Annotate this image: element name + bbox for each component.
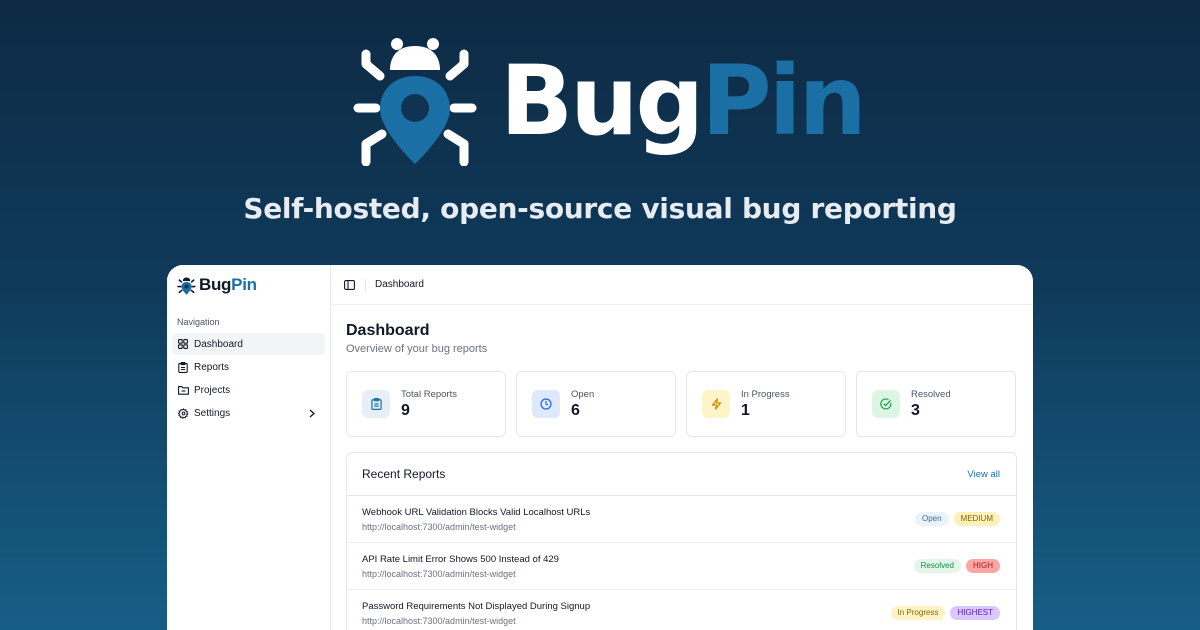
report-url: http://localhost:7300/admin/test-widget: [362, 615, 516, 626]
lightning-icon: [702, 390, 730, 418]
priority-badge: HIGH: [966, 559, 1000, 573]
report-url: http://localhost:7300/admin/test-widget: [362, 568, 516, 579]
bug-pin-logo-icon: [353, 38, 477, 166]
table-row[interactable]: API Rate Limit Error Shows 500 Instead o…: [347, 543, 1016, 590]
chevron-right-icon[interactable]: [307, 408, 317, 418]
sidebar-item-label: Projects: [194, 384, 231, 396]
stat-value: 9: [401, 401, 410, 419]
stats-row: Total Reports 9 Open 6 In Progress 1 Res…: [346, 371, 1017, 437]
sidebar-item-reports[interactable]: Reports: [172, 356, 325, 378]
gear-icon: [177, 407, 189, 419]
stat-label: Open: [571, 388, 595, 400]
page-subtitle: Overview of your bug reports: [346, 343, 488, 355]
recent-reports-title: Recent Reports: [362, 467, 446, 481]
recent-reports-header: Recent Reports View all: [347, 453, 1016, 496]
report-url: http://localhost:7300/admin/test-widget: [362, 521, 516, 532]
stat-card-total: Total Reports 9: [346, 371, 506, 437]
dashboard-content: Dashboard Overview of your bug reports T…: [331, 305, 1033, 630]
report-title: Webhook URL Validation Blocks Valid Loca…: [362, 506, 591, 518]
stat-value: 1: [741, 401, 750, 419]
sidebar-item-label: Settings: [194, 407, 231, 419]
priority-badge: MEDIUM: [953, 512, 1000, 526]
clipboard-icon: [362, 390, 390, 418]
check-circle-icon: [872, 390, 900, 418]
sidebar-brand-text: BugPin: [199, 275, 257, 295]
status-badge: Resolved: [913, 559, 961, 573]
stat-label: In Progress: [741, 388, 790, 400]
recent-reports-card: Recent Reports View all Webhook URL Vali…: [346, 452, 1017, 630]
sidebar-item-dashboard[interactable]: Dashboard: [172, 333, 325, 355]
tagline: Self-hosted, open-source visual bug repo…: [243, 192, 957, 225]
stat-value: 6: [571, 401, 580, 419]
stat-card-open: Open 6: [516, 371, 676, 437]
table-row[interactable]: Password Requirements Not Displayed Duri…: [347, 590, 1016, 630]
sidebar-brand-part1: Bug: [199, 275, 232, 294]
folder-icon: [177, 384, 189, 396]
hero-wordmark: BugPin: [500, 53, 867, 149]
sidebar-item-label: Reports: [194, 361, 230, 373]
sidebar-item-projects[interactable]: Projects: [172, 379, 325, 401]
sidebar-toggle-icon[interactable]: [342, 278, 356, 292]
report-title: Password Requirements Not Displayed Duri…: [362, 600, 591, 612]
stat-label: Total Reports: [401, 388, 457, 400]
layout-grid-icon: [177, 338, 189, 350]
view-all-link[interactable]: View all: [967, 469, 1000, 480]
app-window: BugPin Navigation Dashboard Reports Proj…: [167, 265, 1033, 630]
sidebar-brand-part2: Pin: [231, 275, 257, 294]
hero-logo: BugPin: [352, 36, 867, 166]
stat-card-in-progress: In Progress 1: [686, 371, 846, 437]
breadcrumb: Dashboard: [375, 279, 424, 290]
nav-section-label: Navigation: [177, 317, 220, 327]
sidebar-brand[interactable]: BugPin: [172, 275, 325, 295]
bug-pin-logo-icon: [177, 276, 196, 295]
stat-value: 3: [911, 401, 920, 419]
clock-icon: [532, 390, 560, 418]
topbar: Dashboard: [331, 265, 1033, 305]
status-badge: In Progress: [890, 606, 946, 620]
clipboard-icon: [177, 361, 189, 373]
hero-brand-part1: Bug: [500, 45, 704, 157]
sidebar: BugPin Navigation Dashboard Reports Proj…: [167, 265, 331, 630]
priority-badge: HIGHEST: [950, 606, 1000, 620]
status-badge: Open: [914, 512, 949, 526]
main-area: Dashboard Dashboard Overview of your bug…: [331, 265, 1033, 630]
sidebar-item-settings[interactable]: Settings: [172, 402, 325, 424]
stat-card-resolved: Resolved 3: [856, 371, 1016, 437]
page-title: Dashboard: [346, 322, 430, 339]
report-title: API Rate Limit Error Shows 500 Instead o…: [362, 553, 559, 565]
stat-label: Resolved: [911, 388, 951, 400]
table-row[interactable]: Webhook URL Validation Blocks Valid Loca…: [347, 496, 1016, 543]
sidebar-item-label: Dashboard: [194, 338, 243, 350]
topbar-separator: [365, 278, 366, 291]
hero-brand-part2: Pin: [701, 45, 867, 157]
